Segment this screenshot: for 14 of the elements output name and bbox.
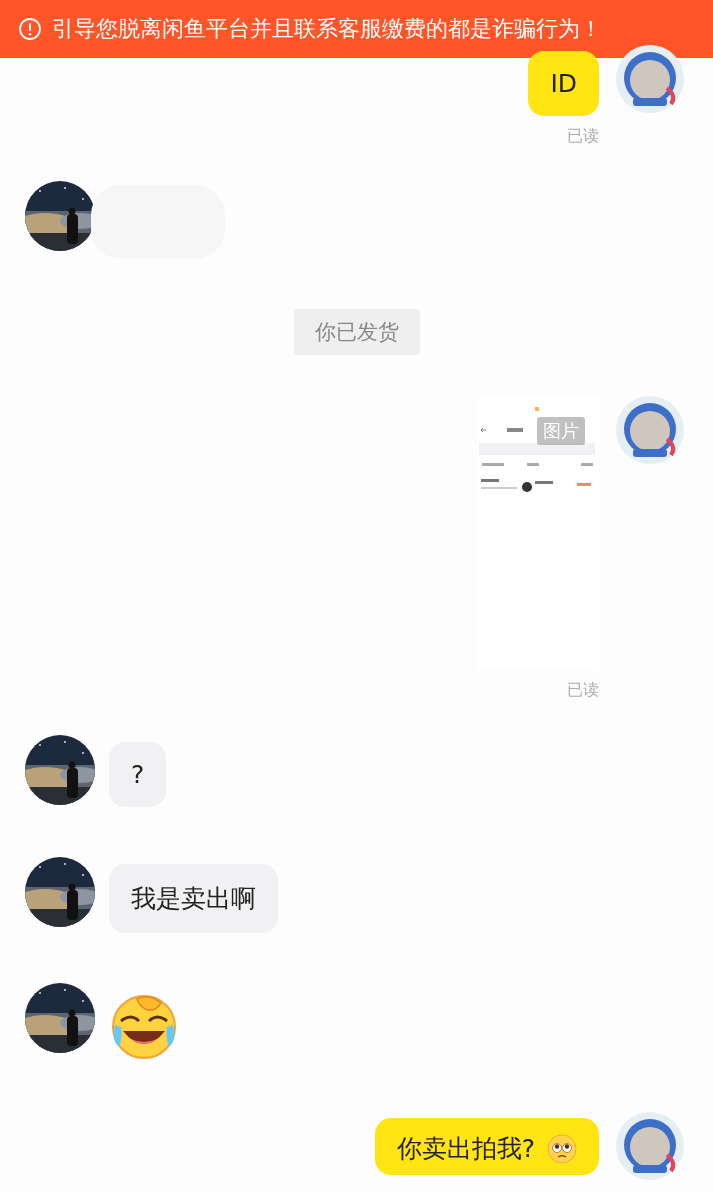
avatar-icon[interactable] [615,44,685,114]
message-bubble: 我是卖出啊 [109,864,278,933]
image-label: 图片 [537,417,585,445]
read-receipt: 已读 [567,126,599,147]
message-bubble: ? [109,742,167,807]
message-bubble: ID [528,51,599,116]
avatar-icon[interactable] [615,1111,685,1181]
avatar-icon[interactable] [615,395,685,465]
system-notice: 你已发货 [293,309,420,355]
warning-text: 引导您脱离闲鱼平台并且联系客服缴费的都是诈骗行为！ [52,15,602,43]
read-receipt: 已读 [567,680,599,701]
message-text: 你卖出拍我? [396,1133,535,1165]
pleading-face-icon [547,1133,577,1164]
warning-icon [18,17,42,41]
